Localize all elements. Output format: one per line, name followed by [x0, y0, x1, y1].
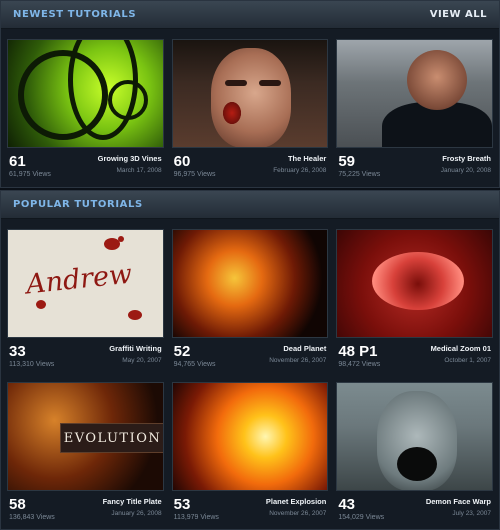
newest-tutorials-section: NEWEST TUTORIALS VIEW ALL 61 Growing 3D …	[0, 0, 500, 188]
tutorial-card-demon-face-warp[interactable]: 43 Demon Face Warp July 23, 2007 154,029…	[336, 382, 493, 529]
tutorial-date: October 1, 2007	[444, 357, 491, 364]
tutorial-views: 113,310 Views	[9, 361, 55, 368]
tutorial-views: 75,225 Views	[338, 171, 381, 178]
newest-heading: NEWEST TUTORIALS	[13, 9, 137, 20]
tutorial-number: 52	[173, 343, 191, 360]
tutorial-card-fancy-title-plate[interactable]: EVOLUTION 58 Fancy Title Plate January 2…	[7, 382, 164, 529]
tutorial-number: 33	[9, 343, 26, 360]
tutorial-card-frosty-breath[interactable]: 59 Frosty Breath January 20, 2008 75,225…	[336, 39, 493, 186]
tutorial-date: November 26, 2007	[269, 357, 327, 364]
tutorial-title[interactable]: The Healer	[288, 154, 326, 163]
screaming-face-image[interactable]	[336, 382, 493, 491]
tutorial-card-graffiti-writing[interactable]: Andrew 33 Graffiti Writing May 20, 2007 …	[7, 229, 164, 376]
evolution-text: EVOLUTION	[63, 430, 162, 446]
tutorial-views: 61,975 Views	[9, 171, 51, 178]
tutorial-number: 48 P1	[338, 343, 378, 360]
tutorial-number: 43	[338, 496, 356, 513]
tutorial-number: 59	[338, 153, 356, 170]
tutorial-views: 94,765 Views	[173, 361, 216, 368]
tutorial-number: 58	[9, 496, 26, 513]
tutorial-title[interactable]: Dead Planet	[283, 344, 326, 353]
man-outdoors-image[interactable]	[336, 39, 493, 148]
tutorial-title[interactable]: Frosty Breath	[442, 154, 491, 163]
tutorial-views: 154,029 Views	[338, 514, 385, 521]
tutorial-card-planet-explosion[interactable]: 53 Planet Explosion November 26, 2007 11…	[171, 382, 329, 529]
wounded-face-image[interactable]	[171, 39, 329, 148]
tutorial-title[interactable]: Growing 3D Vines	[98, 154, 162, 163]
tutorial-date: November 26, 2007	[269, 510, 327, 517]
tutorial-views: 113,979 Views	[173, 514, 219, 521]
tutorial-views: 96,975 Views	[173, 171, 216, 178]
popular-heading: POPULAR TUTORIALS	[13, 199, 143, 210]
explosion-image[interactable]	[171, 382, 329, 491]
tutorial-date: February 26, 2008	[273, 167, 327, 174]
burning-planet-image[interactable]	[171, 229, 329, 338]
blood-cell-image[interactable]	[336, 229, 493, 338]
view-all-link[interactable]: VIEW ALL	[430, 9, 487, 20]
graffiti-image[interactable]: Andrew	[7, 229, 164, 338]
tutorial-title[interactable]: Planet Explosion	[266, 497, 326, 506]
tutorial-number: 60	[173, 153, 191, 170]
popular-header: POPULAR TUTORIALS	[1, 191, 499, 219]
tutorial-title[interactable]: Fancy Title Plate	[103, 497, 162, 506]
tutorial-date: January 20, 2008	[440, 167, 491, 174]
tutorial-views: 136,843 Views	[9, 514, 55, 521]
tutorial-date: July 23, 2007	[452, 510, 491, 517]
tutorial-date: March 17, 2008	[116, 167, 162, 174]
graffiti-text: Andrew	[24, 258, 134, 301]
tutorial-card-dead-planet[interactable]: 52 Dead Planet November 26, 2007 94,765 …	[171, 229, 329, 376]
tutorial-date: May 20, 2007	[122, 357, 162, 364]
tutorial-number: 53	[173, 496, 191, 513]
tutorial-card-the-healer[interactable]: 60 The Healer February 26, 2008 96,975 V…	[171, 39, 329, 186]
tutorial-date: January 26, 2008	[111, 510, 162, 517]
title-plate-image[interactable]: EVOLUTION	[7, 382, 164, 491]
tutorial-title[interactable]: Medical Zoom 01	[431, 344, 491, 353]
green-vines-image[interactable]	[7, 39, 164, 148]
tutorial-title[interactable]: Graffiti Writing	[109, 344, 161, 353]
tutorial-card-medical-zoom-01[interactable]: 48 P1 Medical Zoom 01 October 1, 2007 98…	[336, 229, 493, 376]
tutorial-card-growing-3d-vines[interactable]: 61 Growing 3D Vines March 17, 2008 61,97…	[7, 39, 164, 186]
newest-header: NEWEST TUTORIALS VIEW ALL	[1, 1, 499, 29]
tutorial-title[interactable]: Demon Face Warp	[426, 497, 491, 506]
tutorial-number: 61	[9, 153, 26, 170]
tutorial-views: 98,472 Views	[338, 361, 381, 368]
popular-tutorials-section: POPULAR TUTORIALS Andrew 33 Graffiti Wri…	[0, 190, 500, 530]
